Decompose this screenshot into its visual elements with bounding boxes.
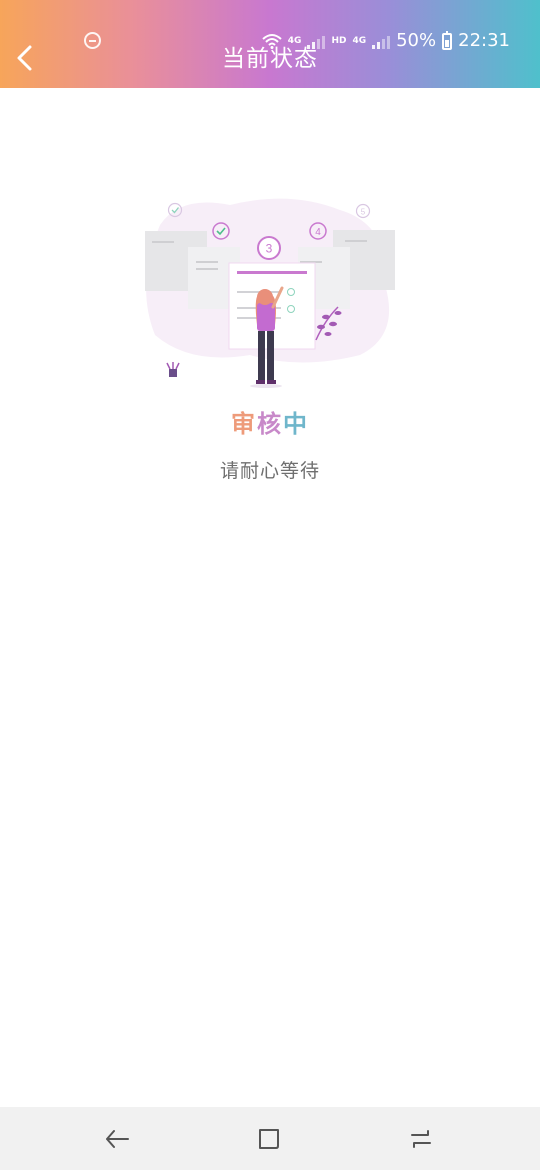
- status-title-char-2: 核: [257, 410, 283, 438]
- review-status-subtitle: 请耐心等待: [219, 460, 320, 482]
- review-status-title: 审核中: [0, 406, 540, 442]
- step-last-label: 5: [361, 208, 366, 217]
- status-title-char-1: 审: [231, 410, 257, 438]
- system-nav-bar: [0, 1107, 540, 1170]
- step-next-label: 4: [315, 227, 321, 238]
- nav-home-icon: [259, 1129, 279, 1149]
- nav-back-button[interactable]: [102, 1124, 132, 1154]
- step-current-label: 3: [266, 242, 273, 256]
- review-progress-illustration: 3 4 5: [140, 195, 400, 395]
- nav-recents-button[interactable]: [406, 1124, 436, 1154]
- app-header: 4G HD 4G 50% 22:31 当前状态: [0, 0, 540, 88]
- page-title: 当前状态: [222, 46, 318, 72]
- nav-home-button[interactable]: [254, 1124, 284, 1154]
- nav-back-icon: [106, 1130, 129, 1148]
- status-title-char-3: 中: [283, 410, 309, 438]
- nav-recents-icon: [411, 1130, 431, 1148]
